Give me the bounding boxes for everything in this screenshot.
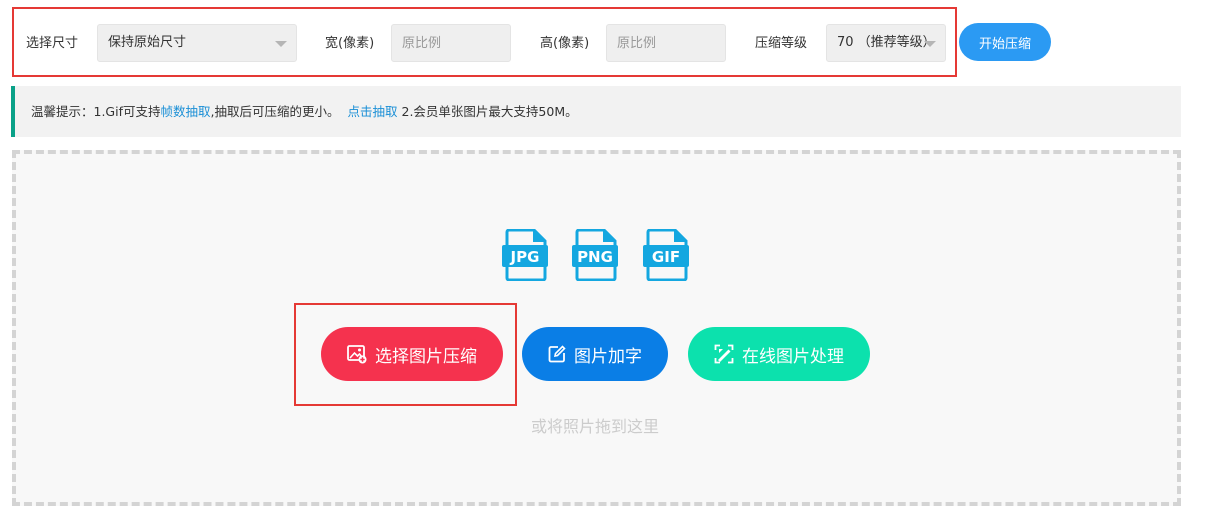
- tip-bar: 温馨提示：1.Gif可支持帧数抽取,抽取后可压缩的更小。 点击抽取 2.会员单张图…: [11, 86, 1181, 137]
- jpg-file-icon: JPG: [502, 229, 548, 281]
- jpg-label: JPG: [510, 248, 540, 266]
- image-edit-icon: [714, 344, 734, 364]
- chevron-down-icon: [275, 41, 287, 47]
- edit-icon: [548, 345, 566, 363]
- quality-select-value: 70 （推荐等级）: [837, 35, 936, 50]
- size-select-value: 保持原始尺寸: [108, 35, 187, 50]
- chevron-down-icon: [924, 41, 936, 47]
- drop-hint-text: 或将照片拖到这里: [530, 417, 659, 436]
- quality-select[interactable]: 70 （推荐等级）: [826, 24, 946, 62]
- add-text-label: 图片加字: [574, 346, 642, 367]
- select-image-compress-label: 选择图片压缩: [375, 346, 477, 367]
- size-label: 选择尺寸: [26, 36, 79, 51]
- tip-prefix: 温馨提示：1.Gif可支持: [31, 104, 161, 119]
- width-input[interactable]: [391, 24, 511, 62]
- select-image-compress-button[interactable]: 选择图片压缩: [321, 327, 503, 381]
- frame-extract-link[interactable]: 帧数抽取: [161, 104, 211, 119]
- online-image-process-button[interactable]: 在线图片处理: [688, 327, 870, 381]
- tip-suffix: 2.会员单张图片最大支持50M。: [397, 104, 578, 119]
- size-select[interactable]: 保持原始尺寸: [97, 24, 297, 62]
- width-label: 宽(像素): [325, 36, 375, 51]
- height-input[interactable]: [606, 24, 726, 62]
- tip-middle: ,抽取后可压缩的更小。: [210, 104, 340, 119]
- quality-label: 压缩等级: [755, 36, 808, 51]
- gif-label: GIF: [652, 248, 680, 266]
- gif-file-icon: GIF: [643, 229, 689, 281]
- png-file-icon: PNG: [572, 229, 618, 281]
- compression-settings-toolbar: 选择尺寸 保持原始尺寸 宽(像素) 高(像素) 压缩等级 70 （推荐等级）: [12, 7, 957, 77]
- png-label: PNG: [577, 248, 613, 266]
- online-image-process-label: 在线图片处理: [742, 346, 844, 367]
- add-image-icon: [347, 345, 367, 364]
- start-compress-button[interactable]: 开始压缩: [959, 23, 1051, 61]
- height-label: 高(像素): [540, 36, 590, 51]
- add-text-button[interactable]: 图片加字: [522, 327, 668, 381]
- click-extract-link[interactable]: 点击抽取: [348, 104, 398, 119]
